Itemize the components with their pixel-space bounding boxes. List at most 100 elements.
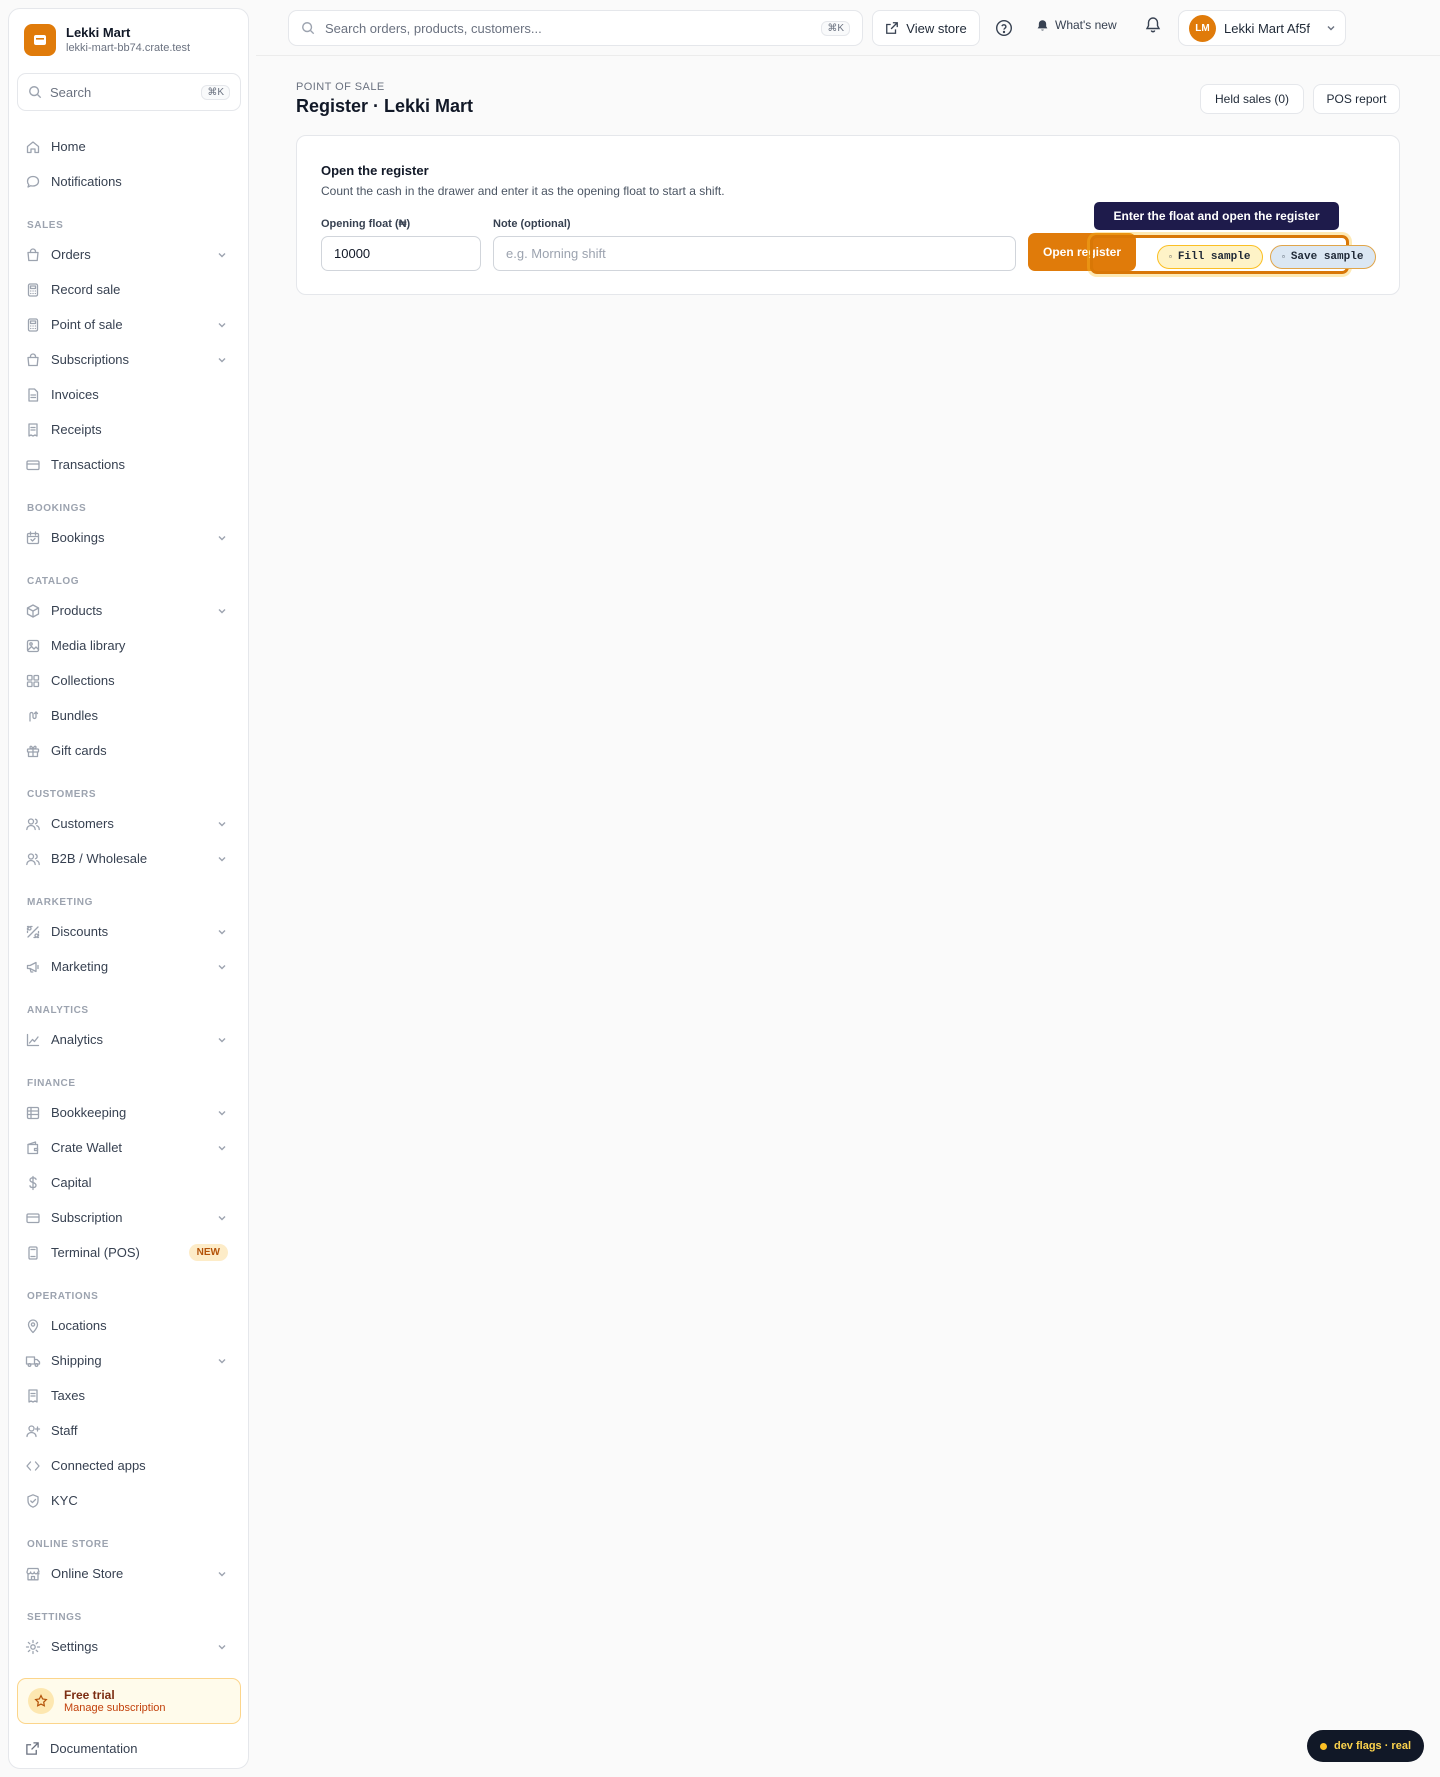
chevron-down-icon[interactable]	[216, 249, 228, 261]
document-icon	[25, 387, 41, 403]
sidebar-item-bundles[interactable]: Bundles	[9, 698, 248, 733]
sidebar-item-label: KYC	[51, 1493, 78, 1508]
sidebar-item-collections[interactable]: Collections	[9, 663, 248, 698]
sidebar-item-label: Receipts	[51, 422, 102, 437]
store-brand[interactable]: Lekki Mart lekki-mart-bb74.crate.test	[24, 24, 190, 56]
sidebar-item-analytics[interactable]: Analytics	[9, 1022, 248, 1057]
receipt-icon	[25, 422, 41, 438]
sidebar-item-discounts[interactable]: Discounts	[9, 914, 248, 949]
chevron-down-icon[interactable]	[216, 853, 228, 865]
sidebar-item-subscription[interactable]: Subscription	[9, 1200, 248, 1235]
sidebar-item-connected-apps[interactable]: Connected apps	[9, 1448, 248, 1483]
sidebar-item-crate-wallet[interactable]: Crate Wallet	[9, 1130, 248, 1165]
account-name: Lekki Mart Af5f	[1224, 20, 1310, 36]
sidebar-item-label: Bundles	[51, 708, 98, 723]
sidebar-item-capital[interactable]: Capital	[9, 1165, 248, 1200]
sidebar-item-gift-cards[interactable]: Gift cards	[9, 733, 248, 768]
sidebar-item-products[interactable]: Products	[9, 593, 248, 628]
save-sample-label: Save sample	[1290, 251, 1364, 263]
nav-section-title: SALES	[27, 219, 64, 231]
open-register-button[interactable]: Open register	[1028, 233, 1136, 271]
truck-icon	[25, 1353, 41, 1369]
chevron-down-icon	[1325, 22, 1337, 34]
storefront-icon	[25, 1566, 41, 1582]
sidebar-item-notifications[interactable]: Notifications	[9, 164, 248, 199]
pos-report-button[interactable]: POS report	[1313, 84, 1400, 114]
notifications-bell-icon[interactable]	[1144, 16, 1162, 37]
sidebar-item-marketing[interactable]: Marketing	[9, 949, 248, 984]
gift-icon	[25, 743, 41, 759]
sidebar-item-label: Staff	[51, 1423, 78, 1438]
sidebar-item-label: Collections	[51, 673, 115, 688]
credit-card-icon	[25, 1210, 41, 1226]
chevron-down-icon[interactable]	[216, 1568, 228, 1580]
note-field[interactable]	[493, 236, 1016, 271]
sidebar-search-shortcut: ⌘K	[201, 84, 230, 100]
chevron-down-icon[interactable]	[216, 1641, 228, 1653]
sidebar-item-label: Settings	[51, 1639, 98, 1654]
sidebar-item-label: Shipping	[51, 1353, 102, 1368]
user-plus-icon	[25, 1423, 41, 1439]
sidebar-item-taxes[interactable]: Taxes	[9, 1378, 248, 1413]
sidebar-item-home[interactable]: Home	[9, 129, 248, 164]
opening-float-field[interactable]	[321, 236, 481, 271]
sidebar-item-label: Connected apps	[51, 1458, 146, 1473]
view-store-button[interactable]: View store	[872, 10, 980, 46]
dev-flags-label: dev flags · real	[1333, 1740, 1412, 1752]
global-search-input[interactable]: Search orders, products, customers... ⌘K	[288, 10, 863, 46]
sidebar-item-staff[interactable]: Staff	[9, 1413, 248, 1448]
sidebar-item-orders[interactable]: Orders	[9, 237, 248, 272]
chevron-down-icon[interactable]	[216, 1107, 228, 1119]
documentation-link[interactable]: Documentation	[25, 1741, 137, 1756]
sidebar-item-receipts[interactable]: Receipts	[9, 412, 248, 447]
manage-subscription-link[interactable]: Manage subscription	[64, 1702, 166, 1715]
dev-flags-badge[interactable]: dev flags · real	[1307, 1730, 1424, 1762]
chevron-down-icon[interactable]	[216, 961, 228, 973]
chevron-down-icon[interactable]	[216, 1212, 228, 1224]
chevron-down-icon[interactable]	[216, 818, 228, 830]
sidebar-item-terminal-pos[interactable]: Terminal (POS) NEW	[9, 1235, 248, 1270]
chevron-down-icon[interactable]	[216, 319, 228, 331]
sidebar-item-locations[interactable]: Locations	[9, 1308, 248, 1343]
sidebar-item-point-of-sale[interactable]: Point of sale	[9, 307, 248, 342]
sidebar-item-label: Bookings	[51, 530, 105, 545]
sidebar-item-transactions[interactable]: Transactions	[9, 447, 248, 482]
sidebar-item-media-library[interactable]: Media library	[9, 628, 248, 663]
sidebar-search-placeholder: Search	[50, 84, 92, 100]
sidebar-nav: Home Notifications SALES Orders Record sale P…	[9, 129, 248, 1664]
global-search-placeholder: Search orders, products, customers...	[325, 20, 542, 36]
free-trial-card[interactable]: Free trial Manage subscription	[17, 1678, 241, 1724]
sidebar-item-label: Orders	[51, 247, 91, 262]
chevron-down-icon[interactable]	[216, 605, 228, 617]
help-icon[interactable]	[992, 16, 1016, 40]
nav-section-title: CUSTOMERS	[27, 788, 97, 800]
sidebar-item-online-store[interactable]: Online Store	[9, 1556, 248, 1591]
top-bar: Search orders, products, customers... ⌘K…	[256, 0, 1440, 56]
nav-section-title: MARKETING	[27, 896, 93, 908]
chevron-down-icon[interactable]	[216, 1142, 228, 1154]
square-icon: ▫	[1168, 252, 1173, 262]
chevron-down-icon[interactable]	[216, 354, 228, 366]
sidebar-item-label: Bookkeeping	[51, 1105, 127, 1120]
sidebar-item-bookings[interactable]: Bookings	[9, 520, 248, 555]
sidebar-item-record-sale[interactable]: Record sale	[9, 272, 248, 307]
sidebar-item-b2b-wholesale[interactable]: B2B / Wholesale	[9, 841, 248, 876]
sidebar-item-invoices[interactable]: Invoices	[9, 377, 248, 412]
sidebar-item-shipping[interactable]: Shipping	[9, 1343, 248, 1378]
save-sample-button[interactable]: ▫ Save sample	[1270, 245, 1376, 269]
whats-new-button[interactable]: What's new	[1036, 18, 1117, 32]
chevron-down-icon[interactable]	[216, 926, 228, 938]
sidebar-item-settings[interactable]: Settings	[9, 1629, 248, 1664]
chevron-down-icon[interactable]	[216, 1034, 228, 1046]
account-menu[interactable]: LM Lekki Mart Af5f	[1178, 10, 1346, 46]
star-icon	[28, 1688, 54, 1714]
fill-sample-button[interactable]: ▫ Fill sample	[1157, 245, 1263, 269]
sidebar-item-kyc[interactable]: KYC	[9, 1483, 248, 1518]
held-sales-button[interactable]: Held sales (0)	[1200, 84, 1304, 114]
chevron-down-icon[interactable]	[216, 532, 228, 544]
sidebar-item-subscriptions[interactable]: Subscriptions	[9, 342, 248, 377]
sidebar-item-customers[interactable]: Customers	[9, 806, 248, 841]
sidebar-search[interactable]: Search ⌘K	[17, 73, 241, 111]
chevron-down-icon[interactable]	[216, 1355, 228, 1367]
sidebar-item-bookkeeping[interactable]: Bookkeeping	[9, 1095, 248, 1130]
